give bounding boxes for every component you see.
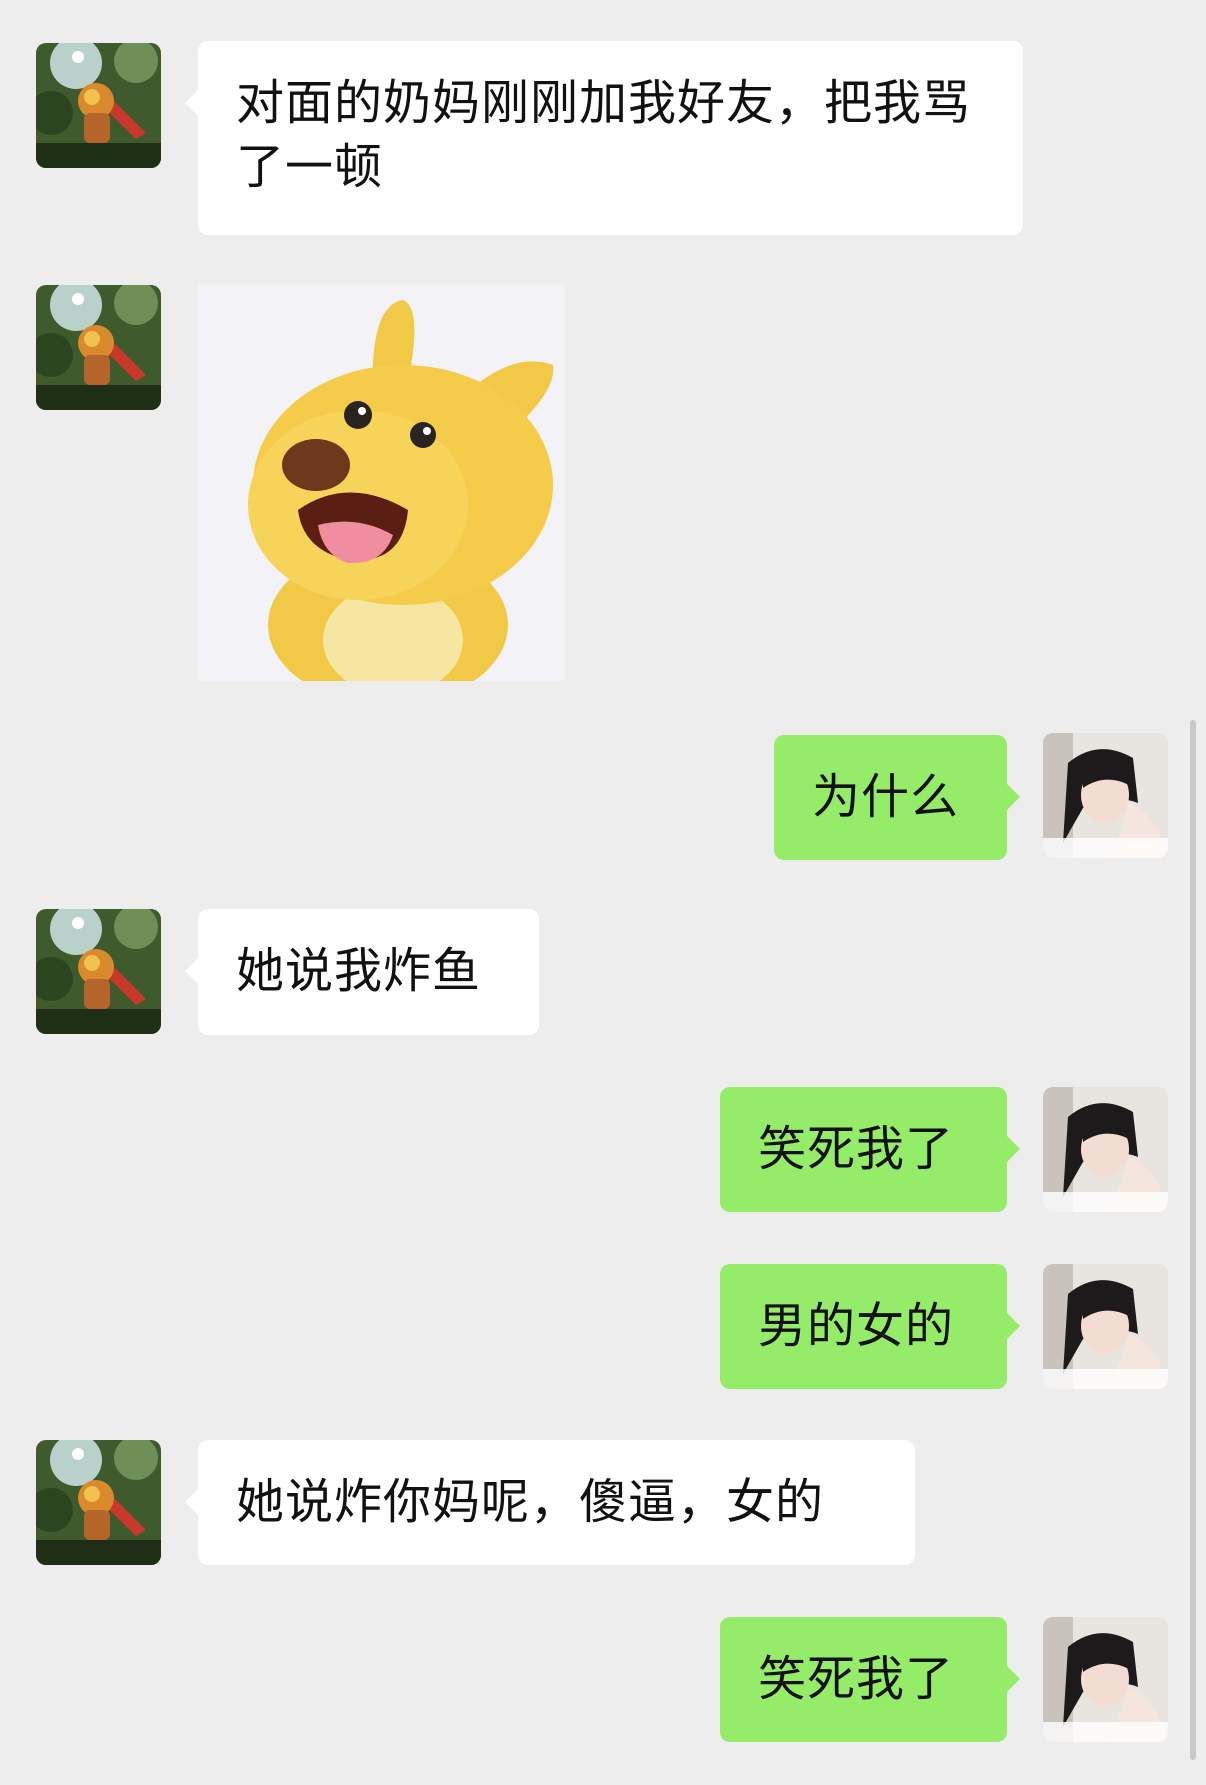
lion-dance-avatar-icon — [36, 909, 161, 1034]
message-text: 笑死我了 — [758, 1121, 955, 1177]
outgoing-message-bubble[interactable]: 为什么 — [774, 735, 1020, 860]
message-text: 笑死我了 — [758, 1651, 955, 1707]
incoming-message-bubble[interactable]: 对面的奶妈刚刚加我好友，把我骂了一顿 — [185, 41, 1023, 235]
outgoing-message-bubble[interactable]: 男的女的 — [720, 1264, 1020, 1389]
outgoing-message-bubble[interactable]: 笑死我了 — [720, 1087, 1020, 1212]
contact-avatar[interactable] — [36, 909, 161, 1034]
chat-area: 对面的奶妈刚刚加我好友，把我骂了一顿 为什么 她说我炸鱼 笑死我了 男的女的 她… — [0, 0, 1206, 1785]
yellow-dog-sticker-icon — [198, 285, 565, 681]
contact-avatar[interactable] — [36, 43, 161, 168]
contact-avatar[interactable] — [36, 285, 161, 410]
scrollbar[interactable] — [1190, 720, 1196, 1760]
message-text: 对面的奶妈刚刚加我好友，把我骂了一顿 — [236, 75, 972, 195]
message-text: 她说我炸鱼 — [236, 943, 482, 999]
incoming-message-bubble[interactable]: 她说炸你妈呢，傻逼，女的 — [185, 1440, 915, 1565]
girl-avatar-icon — [1043, 733, 1168, 858]
lion-dance-avatar-icon — [36, 1440, 161, 1565]
my-avatar[interactable] — [1043, 1264, 1168, 1389]
message-text: 为什么 — [812, 769, 960, 825]
message-text: 她说炸你妈呢，傻逼，女的 — [236, 1474, 825, 1530]
sticker-message[interactable] — [198, 285, 565, 681]
incoming-message-bubble[interactable]: 她说我炸鱼 — [185, 909, 539, 1035]
outgoing-message-bubble[interactable]: 笑死我了 — [720, 1617, 1020, 1742]
girl-avatar-icon — [1043, 1264, 1168, 1389]
lion-dance-avatar-icon — [36, 285, 161, 410]
message-text: 男的女的 — [758, 1298, 955, 1354]
girl-avatar-icon — [1043, 1617, 1168, 1742]
my-avatar[interactable] — [1043, 1617, 1168, 1742]
lion-dance-avatar-icon — [36, 43, 161, 168]
girl-avatar-icon — [1043, 1087, 1168, 1212]
my-avatar[interactable] — [1043, 1087, 1168, 1212]
contact-avatar[interactable] — [36, 1440, 161, 1565]
my-avatar[interactable] — [1043, 733, 1168, 858]
